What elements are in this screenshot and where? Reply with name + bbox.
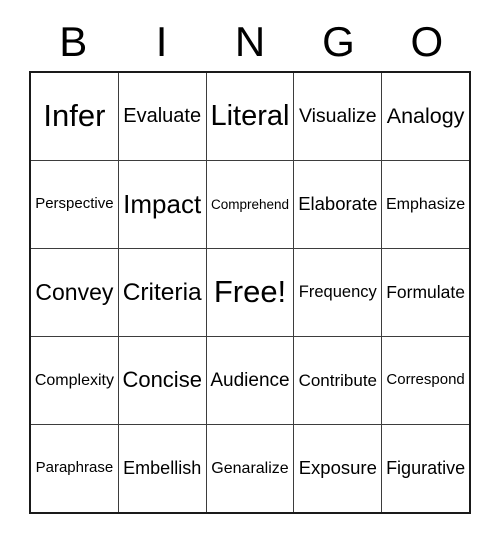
bingo-cell-label: Correspond — [386, 371, 465, 389]
bingo-cell[interactable]: Contribute — [293, 337, 382, 424]
bingo-cell[interactable]: Infer — [31, 73, 118, 160]
bingo-cell[interactable]: Correspond — [381, 337, 469, 424]
bingo-cell[interactable]: Elaborate — [293, 161, 382, 248]
bingo-cell[interactable]: Perspective — [31, 161, 118, 248]
bingo-cell-label: Perspective — [35, 195, 114, 213]
bingo-cell[interactable]: Formulate — [381, 249, 469, 336]
bingo-cell[interactable]: Complexity — [31, 337, 118, 424]
header-letter-n: N — [234, 18, 266, 65]
bingo-cell-label: Literal — [210, 100, 290, 133]
bingo-cell-label: Emphasize — [386, 195, 466, 213]
header-letter-g: G — [322, 18, 355, 65]
bingo-cell-label: Embellish — [123, 458, 202, 479]
header-letter-i: I — [155, 18, 168, 65]
bingo-grid: Infer Evaluate Literal Visualize Analogy… — [29, 71, 471, 514]
bingo-cell-label: Paraphrase — [35, 459, 114, 477]
bingo-cell[interactable]: Analogy — [381, 73, 469, 160]
bingo-cell-label: Audience — [210, 369, 290, 391]
bingo-cell-label: Exposure — [298, 457, 377, 479]
bingo-cell[interactable]: Audience — [205, 337, 294, 424]
bingo-cell-label: Impact — [123, 188, 202, 219]
bingo-cell[interactable]: Genaralize — [205, 425, 294, 512]
bingo-cell-label: Genaralize — [211, 459, 289, 477]
bingo-cell-label: Frequency — [298, 283, 377, 302]
bingo-cell-label: Contribute — [298, 370, 377, 390]
bingo-cell[interactable]: Frequency — [293, 249, 382, 336]
bingo-cell[interactable]: Embellish — [117, 425, 206, 512]
bingo-row: Paraphrase Embellish Genaralize Exposure… — [31, 424, 469, 512]
bingo-cell[interactable]: Visualize — [293, 73, 382, 160]
bingo-cell-label: Comprehend — [210, 196, 290, 212]
bingo-cell-label: Convey — [35, 278, 114, 305]
bingo-cell-label: Infer — [43, 98, 106, 134]
bingo-cell-label: Elaborate — [298, 193, 378, 215]
bingo-cell[interactable]: Emphasize — [381, 161, 469, 248]
header-letter-o: O — [410, 18, 444, 65]
bingo-cell[interactable]: Exposure — [293, 425, 382, 512]
bingo-cell[interactable]: Comprehend — [205, 161, 294, 248]
bingo-cell[interactable]: Criteria — [117, 249, 206, 336]
bingo-cell-label: Evaluate — [123, 105, 202, 128]
bingo-header: B I N G O — [29, 16, 471, 68]
bingo-row: Convey Criteria Free! Frequency Formulat… — [31, 248, 469, 336]
bingo-cell[interactable]: Paraphrase — [31, 425, 118, 512]
bingo-free-space-label: Free! — [213, 274, 287, 310]
header-letter-b: B — [59, 18, 88, 65]
bingo-cell-label: Criteria — [122, 278, 202, 306]
bingo-cell[interactable]: Impact — [117, 161, 206, 248]
bingo-card: B I N G O Infer Evaluate Literal Visuali… — [0, 0, 500, 544]
bingo-cell[interactable]: Evaluate — [117, 73, 206, 160]
bingo-cell-label: Figurative — [386, 458, 466, 479]
bingo-cell[interactable]: Figurative — [381, 425, 469, 512]
bingo-cell[interactable]: Literal — [205, 73, 294, 160]
bingo-cell-label: Concise — [122, 367, 202, 393]
bingo-row: Complexity Concise Audience Contribute C… — [31, 336, 469, 424]
bingo-cell-free-space[interactable]: Free! — [205, 249, 294, 336]
bingo-cell[interactable]: Concise — [117, 337, 206, 424]
bingo-cell[interactable]: Convey — [31, 249, 118, 336]
bingo-row: Perspective Impact Comprehend Elaborate … — [31, 160, 469, 248]
bingo-cell-label: Formulate — [386, 281, 465, 302]
bingo-row: Infer Evaluate Literal Visualize Analogy — [31, 73, 469, 160]
bingo-cell-label: Analogy — [386, 104, 465, 129]
bingo-cell-label: Visualize — [298, 104, 377, 127]
bingo-cell-label: Complexity — [34, 371, 114, 389]
